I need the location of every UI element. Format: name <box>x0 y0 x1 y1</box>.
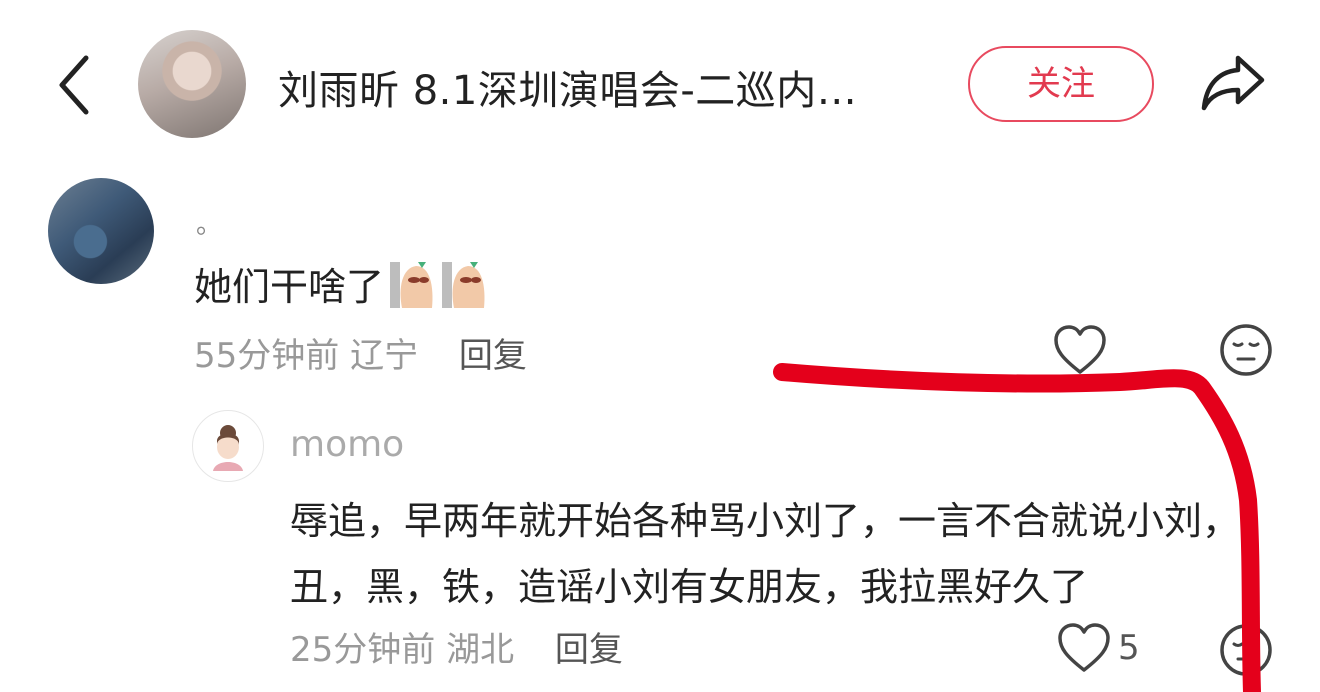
reply-location: 湖北 <box>446 630 515 670</box>
comment-meta: 55分钟前 辽宁 回复 <box>194 328 527 377</box>
sticker-emoji-icon <box>442 261 485 308</box>
reply-time: 25分钟前 <box>290 630 436 670</box>
replier-avatar[interactable] <box>192 410 264 482</box>
comment-reply-button[interactable]: 回复 <box>459 336 527 376</box>
comment-text-content: 她们干啥了 <box>194 265 385 309</box>
like-count: 5 <box>1118 628 1140 668</box>
reply-text: 辱追，早两年就开始各种骂小刘了，一言不合就说小刘，丑，黑，铁，造谣小刘有女朋友，… <box>290 499 1241 609</box>
reply-reply-button[interactable]: 回复 <box>555 630 623 670</box>
like-heart-icon[interactable] <box>1056 622 1112 674</box>
commenter-avatar[interactable] <box>48 178 154 284</box>
follow-button[interactable]: 关注 <box>968 46 1154 122</box>
girl-avatar-icon <box>213 425 243 471</box>
comment-time: 55分钟前 <box>194 336 340 376</box>
replier-username[interactable]: momo <box>290 424 404 465</box>
reply-meta: 25分钟前 湖北 回复 <box>290 622 623 671</box>
comment-text: 她们干啥了 <box>194 256 488 311</box>
dislike-face-icon[interactable] <box>1218 622 1274 678</box>
author-avatar[interactable] <box>138 30 246 138</box>
like-heart-icon[interactable] <box>1052 324 1108 376</box>
comment-location: 辽宁 <box>350 336 419 376</box>
page-title: 刘雨昕 8.1深圳演唱会-二巡内… <box>278 68 858 114</box>
back-icon[interactable] <box>52 52 96 118</box>
sticker-emoji-icon <box>390 261 433 308</box>
commenter-username[interactable]: 。 <box>196 204 222 241</box>
share-icon[interactable] <box>1198 52 1268 112</box>
dislike-face-icon[interactable] <box>1218 322 1274 378</box>
